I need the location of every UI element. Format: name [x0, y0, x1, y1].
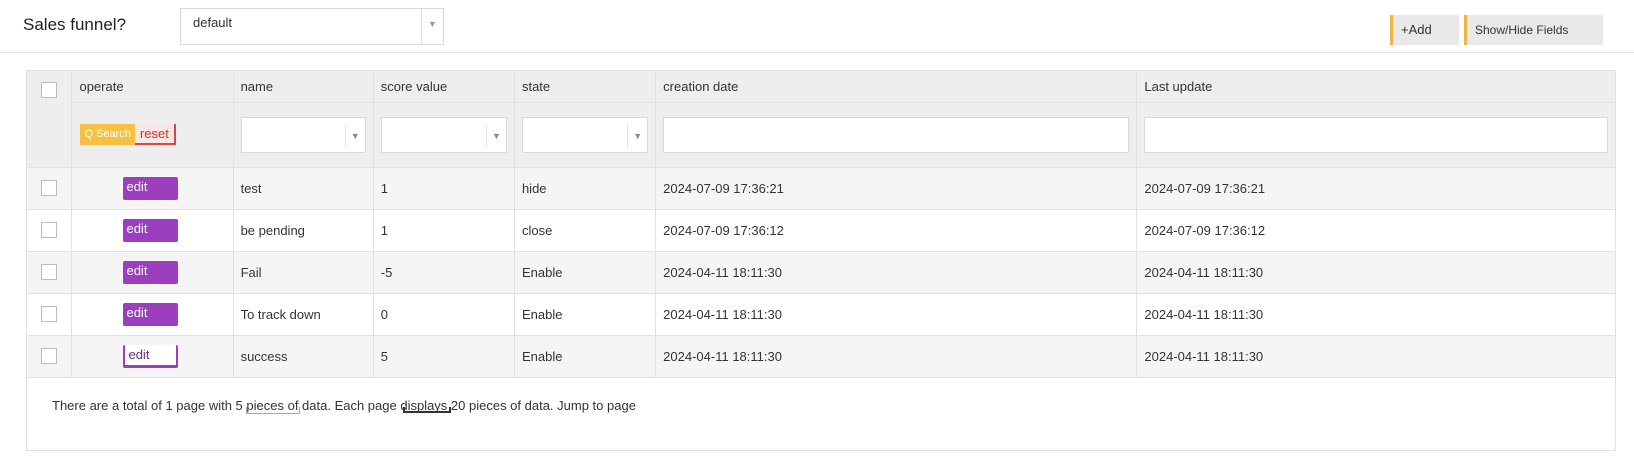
- chevron-down-icon: ▼: [627, 123, 647, 148]
- score-cell: 5: [372, 334, 515, 378]
- score-cell: -5: [372, 250, 515, 294]
- add-button[interactable]: +Add: [1390, 15, 1459, 45]
- table-row: edit success 5 Enable 2024-04-11 18:11:3…: [27, 334, 1615, 378]
- name-cell: Fail: [232, 250, 374, 294]
- score-cell: 1: [372, 208, 515, 252]
- toolbar: Sales funnel? default ▼ +Add Show/Hide F…: [0, 0, 1634, 53]
- row-checkbox-cell: [27, 166, 73, 210]
- name-cell: success: [232, 334, 374, 378]
- updated-cell: 2024-07-09 17:36:21: [1136, 166, 1615, 210]
- state-filter-select[interactable]: ▼: [521, 116, 649, 153]
- pagination-summary: There are a total of 1 page with 5 piece…: [52, 398, 636, 413]
- edit-button[interactable]: edit: [123, 260, 179, 284]
- name-cell: be pending: [232, 208, 374, 252]
- updated-cell: 2024-04-11 18:11:30: [1136, 250, 1615, 294]
- operate-cell: edit: [71, 334, 234, 378]
- filter-score-cell: ▼: [372, 101, 515, 168]
- operate-cell: edit: [71, 208, 234, 252]
- row-checkbox[interactable]: [41, 180, 57, 197]
- row-checkbox-cell: [27, 334, 73, 378]
- state-cell: Enable: [513, 292, 657, 336]
- chevron-down-icon: ▼: [421, 9, 443, 44]
- edit-button[interactable]: edit: [123, 218, 179, 242]
- column-header-score[interactable]: score value: [372, 71, 515, 103]
- column-header-operate: operate: [71, 71, 234, 103]
- reset-button[interactable]: reset: [134, 124, 176, 145]
- search-button[interactable]: Q Search: [80, 124, 135, 145]
- created-cell: 2024-04-11 18:11:30: [655, 292, 1138, 336]
- data-grid: operate name score value state creation …: [26, 70, 1616, 451]
- created-cell: 2024-07-09 17:36:21: [655, 166, 1138, 210]
- sales-funnel-select-value: default: [193, 15, 233, 30]
- filter-name-cell: ▼: [232, 101, 374, 168]
- table-row: edit test 1 hide 2024-07-09 17:36:21 202…: [27, 166, 1615, 210]
- total-records-box: [246, 407, 300, 414]
- select-all-cell: [27, 71, 73, 168]
- name-cell: test: [232, 166, 374, 210]
- score-cell: 0: [372, 292, 515, 336]
- column-header-created[interactable]: creation date: [655, 71, 1138, 103]
- created-cell: 2024-04-11 18:11:30: [655, 334, 1138, 378]
- funnel-table: operate name score value state creation …: [27, 71, 1615, 378]
- chevron-down-icon: ▼: [485, 123, 506, 148]
- created-cell: 2024-07-09 17:36:12: [655, 208, 1138, 252]
- created-cell: 2024-04-11 18:11:30: [655, 250, 1138, 294]
- row-checkbox-cell: [27, 250, 73, 294]
- name-cell: To track down: [232, 292, 374, 336]
- state-cell: Enable: [513, 250, 657, 294]
- table-row: edit Fail -5 Enable 2024-04-11 18:11:30 …: [27, 250, 1615, 294]
- row-checkbox[interactable]: [41, 348, 57, 365]
- operate-cell: edit: [71, 292, 234, 336]
- edit-button[interactable]: edit: [123, 302, 179, 326]
- column-header-state[interactable]: state: [513, 71, 657, 103]
- row-checkbox[interactable]: [41, 264, 57, 281]
- column-header-name[interactable]: name: [232, 71, 374, 103]
- page-size-box[interactable]: [403, 407, 451, 413]
- name-filter-select[interactable]: ▼: [240, 116, 366, 153]
- edit-button[interactable]: edit: [123, 344, 179, 368]
- show-hide-fields-button[interactable]: Show/Hide Fields: [1464, 15, 1603, 45]
- state-cell: close: [513, 208, 657, 252]
- filter-state-cell: ▼: [513, 101, 657, 168]
- table-row: edit To track down 0 Enable 2024-04-11 1…: [27, 292, 1615, 336]
- score-filter-select[interactable]: ▼: [380, 116, 507, 153]
- operate-cell: edit: [71, 250, 234, 294]
- state-cell: hide: [513, 166, 657, 210]
- select-all-checkbox[interactable]: [41, 81, 57, 98]
- table-row: edit be pending 1 close 2024-07-09 17:36…: [27, 208, 1615, 252]
- filter-updated-cell: [1136, 101, 1615, 168]
- column-header-updated[interactable]: Last update: [1136, 71, 1615, 103]
- updated-cell: 2024-04-11 18:11:30: [1136, 292, 1615, 336]
- updated-cell: 2024-04-11 18:11:30: [1136, 334, 1615, 378]
- row-checkbox-cell: [27, 208, 73, 252]
- sales-funnel-label: Sales funnel?: [23, 15, 127, 34]
- row-checkbox[interactable]: [41, 222, 57, 239]
- filter-created-cell: [655, 101, 1138, 168]
- sales-funnel-select[interactable]: default ▼: [180, 8, 444, 45]
- filter-actions-cell: Q Search reset: [71, 101, 234, 168]
- row-checkbox[interactable]: [41, 306, 57, 323]
- state-cell: Enable: [513, 334, 657, 378]
- updated-cell: 2024-07-09 17:36:12: [1136, 208, 1615, 252]
- operate-cell: edit: [71, 166, 234, 210]
- row-checkbox-cell: [27, 292, 73, 336]
- updated-filter-input[interactable]: [1144, 116, 1608, 153]
- score-cell: 1: [372, 166, 515, 210]
- created-filter-input[interactable]: [663, 116, 1130, 153]
- chevron-down-icon: ▼: [344, 123, 365, 148]
- edit-button[interactable]: edit: [123, 176, 179, 200]
